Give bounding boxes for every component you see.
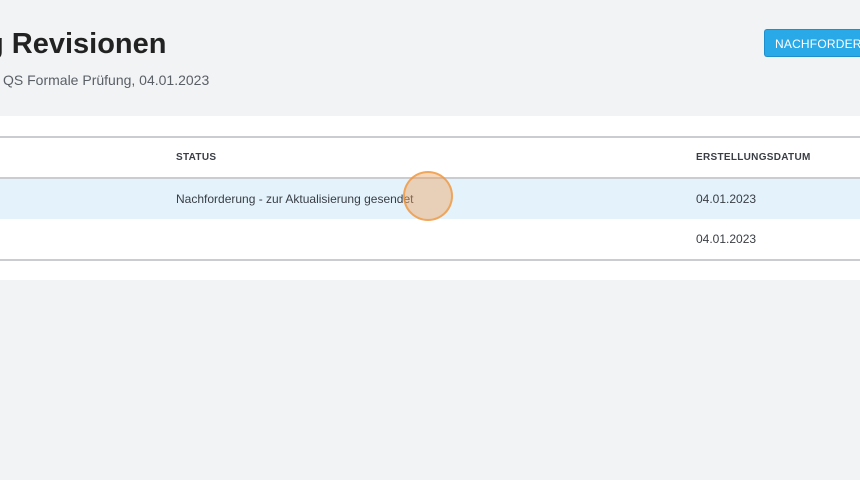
page-subtitle: QS Formale Prüfung, 04.01.2023 bbox=[3, 72, 210, 88]
row-status: Nachforderung - zur Aktualisierung gesen… bbox=[176, 192, 414, 206]
click-indicator bbox=[403, 171, 453, 221]
row-created-date: 04.01.2023 bbox=[696, 192, 757, 206]
column-header-status[interactable]: STATUS bbox=[176, 138, 216, 177]
row-created-date: 04.01.2023 bbox=[696, 232, 757, 246]
request-button[interactable]: NACHFORDERU bbox=[764, 29, 860, 57]
page-title: g Revisionen bbox=[0, 28, 167, 60]
column-header-created-date[interactable]: ERSTELLUNGSDATUM bbox=[696, 138, 811, 177]
table-row[interactable]: 04.01.2023 bbox=[0, 219, 860, 259]
revisions-page: g Revisionen QS Formale Prüfung, 04.01.2… bbox=[0, 0, 860, 480]
